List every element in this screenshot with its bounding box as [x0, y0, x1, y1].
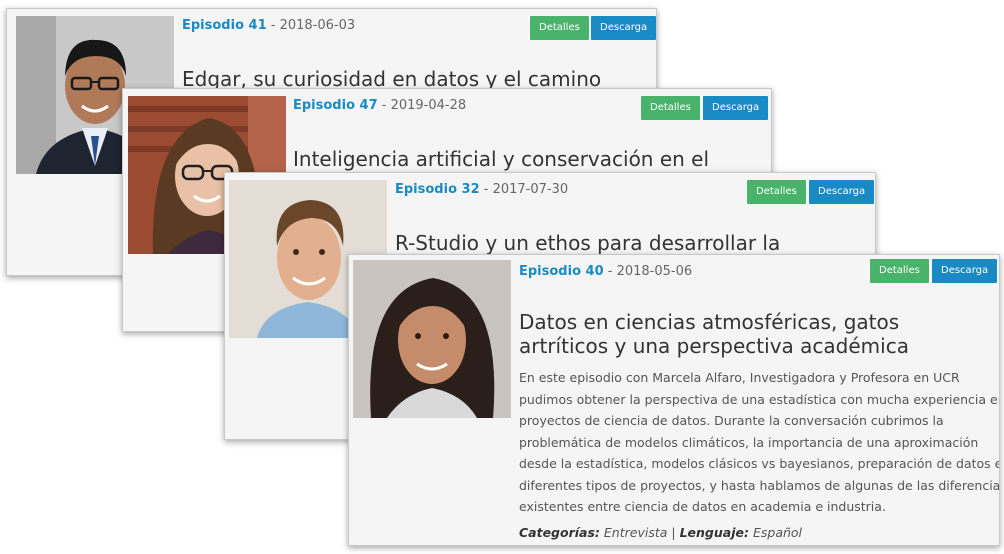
episode-title[interactable]: Inteligencia artificial y conservación e…: [293, 147, 768, 175]
episode-number-link[interactable]: Episodio 41: [182, 18, 267, 33]
meta-separator: -: [266, 18, 280, 33]
download-button[interactable]: Descarga: [591, 16, 656, 40]
description-line: problemática de modelos climáticos, la i…: [519, 434, 979, 450]
description-line: diferentes tipos de proyectos, y hasta h…: [519, 477, 1000, 493]
category-link[interactable]: Entrevista: [604, 525, 668, 540]
episode-card-40: Episodio 40 - 2018-05-06 Detalles Descar…: [348, 254, 1000, 546]
download-button[interactable]: Descarga: [809, 180, 875, 204]
episode-title-line: artríticos y una perspectiva académica: [519, 334, 909, 358]
details-button[interactable]: Detalles: [641, 96, 700, 120]
meta-separator: -: [479, 182, 493, 197]
episode-photo[interactable]: [353, 260, 511, 418]
episode-date: 2018-05-06: [616, 264, 693, 279]
episode-description: En este episodio con Marcela Alfaro, Inv…: [519, 367, 1000, 518]
language-label: Lenguaje:: [679, 525, 749, 540]
download-button[interactable]: Descarga: [932, 259, 998, 283]
download-button[interactable]: Descarga: [703, 96, 769, 120]
episode-categories: Categorías: Entrevista | Lenguaje: Españ…: [519, 525, 802, 540]
episode-title[interactable]: Datos en ciencias atmosféricas, gatos ar…: [519, 310, 989, 358]
description-line: desde la estadística, modelos clásicos v…: [519, 456, 1000, 471]
episode-meta: Episodio 47 - 2019-04-28: [293, 98, 466, 113]
episode-number-link[interactable]: Episodio 32: [395, 182, 480, 197]
meta-separator: -: [603, 264, 617, 279]
categories-label: Categorías:: [519, 525, 600, 540]
episode-meta: Episodio 41 - 2018-06-03: [182, 18, 355, 33]
episode-number-link[interactable]: Episodio 47: [293, 98, 378, 113]
episode-meta: Episodio 32 - 2017-07-30: [395, 182, 568, 197]
episode-date: 2019-04-28: [390, 98, 467, 113]
details-button[interactable]: Detalles: [870, 259, 929, 283]
meta-divider: |: [671, 525, 676, 540]
language-value: Español: [752, 525, 803, 540]
description-line: proyectos de ciencia de datos. Durante l…: [519, 413, 944, 428]
episode-date: 2018-06-03: [279, 18, 356, 33]
episode-date: 2017-07-30: [492, 182, 569, 197]
description-line: existentes entre ciencia de datos en aca…: [519, 499, 886, 514]
details-button[interactable]: Detalles: [530, 16, 589, 40]
episode-number-link[interactable]: Episodio 40: [519, 264, 604, 279]
description-line: En este episodio con Marcela Alfaro, Inv…: [519, 370, 960, 385]
episode-meta: Episodio 40 - 2018-05-06: [519, 264, 692, 279]
details-button[interactable]: Detalles: [747, 180, 806, 204]
episode-title-line: Datos en ciencias atmosféricas, gatos: [519, 310, 900, 334]
meta-separator: -: [377, 98, 391, 113]
description-line: pudimos obtener la perspectiva de una es…: [519, 391, 1000, 407]
